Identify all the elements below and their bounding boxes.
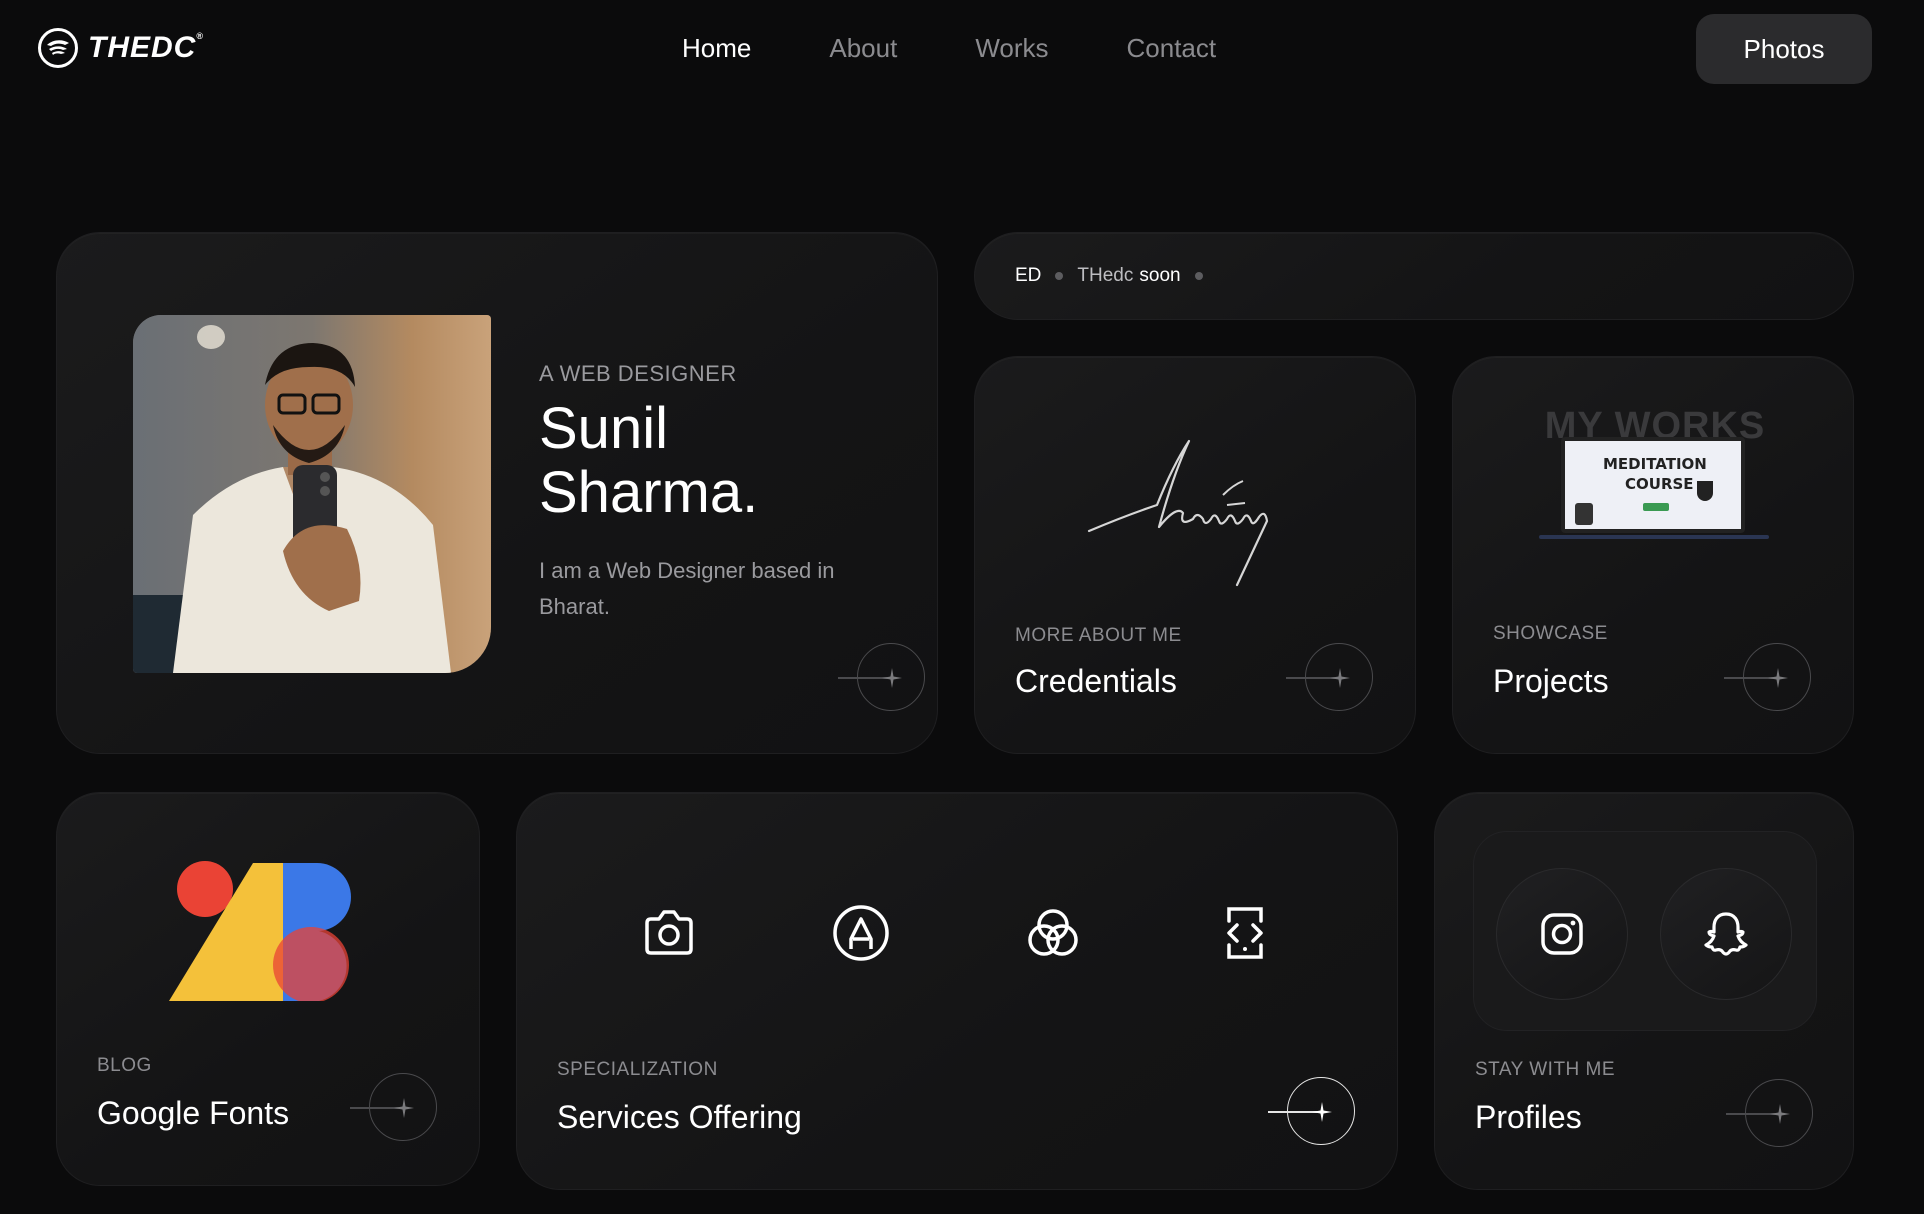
snapchat-icon (1704, 912, 1748, 956)
social-links (1473, 831, 1817, 1031)
instagram-icon (1541, 913, 1583, 955)
photos-button[interactable]: Photos (1696, 14, 1872, 84)
nav-works[interactable]: Works (975, 33, 1048, 64)
credentials-arrow-button[interactable] (1286, 643, 1373, 711)
hero-description: I am a Web Designer based in Bharat. (539, 558, 835, 619)
nav-home[interactable]: Home (682, 33, 751, 64)
separator-dot-icon (1055, 272, 1064, 280)
google-fonts-logo-icon (169, 861, 351, 1001)
marquee-bar: ED THedc soon (974, 232, 1854, 320)
profiles-eyebrow: STAY WITH ME (1475, 1059, 1616, 1080)
sparkle-icon (1768, 668, 1788, 688)
brand-logo[interactable]: THEDC® (38, 28, 204, 68)
camera-icon (645, 910, 693, 955)
nav-contact[interactable]: Contact (1127, 33, 1217, 64)
sparkle-icon (394, 1098, 414, 1118)
services-title: Services Offering (557, 1099, 802, 1135)
marquee-item: soon (1139, 265, 1181, 286)
services-arrow-button[interactable] (1268, 1077, 1355, 1145)
sparkle-icon (882, 668, 902, 688)
main-nav: Home About Works Contact (682, 33, 1216, 64)
fonts-arrow-button[interactable] (350, 1073, 437, 1141)
google-fonts-card[interactable]: BLOG Google Fonts (56, 792, 480, 1186)
hero-eyebrow: A WEB DESIGNER (539, 361, 737, 386)
profiles-title: Profiles (1475, 1099, 1582, 1135)
separator-dot-icon (1194, 272, 1203, 280)
projects-arrow-button[interactable] (1724, 643, 1811, 711)
works-preview-image: MY WORKS MEDITATION COURSE (1535, 405, 1775, 545)
profiles-arrow-button[interactable] (1726, 1079, 1813, 1147)
code-device-icon (1227, 907, 1263, 959)
credentials-eyebrow: MORE ABOUT ME (1015, 625, 1182, 646)
snapchat-link[interactable] (1660, 868, 1792, 1000)
profiles-card[interactable]: STAY WITH ME Profiles (1434, 792, 1854, 1190)
projects-title: Projects (1493, 663, 1609, 699)
fonts-eyebrow: BLOG (97, 1055, 152, 1076)
brand-name: THEDC® (88, 31, 204, 64)
projects-eyebrow: SHOWCASE (1493, 623, 1608, 644)
marquee-item: THedc (1077, 265, 1134, 286)
credentials-card[interactable]: MORE ABOUT ME Credentials (974, 356, 1416, 754)
fonts-title: Google Fonts (97, 1095, 290, 1131)
services-eyebrow: SPECIALIZATION (557, 1059, 718, 1080)
sparkle-icon (1330, 668, 1350, 688)
nav-about[interactable]: About (829, 33, 897, 64)
hero-name: Sunil Sharma. (539, 396, 759, 525)
signature-icon (1087, 439, 1269, 587)
hero-card: A WEB DESIGNER Sunil Sharma. I am a Web … (56, 232, 938, 754)
pen-tool-icon (833, 905, 889, 961)
sparkle-icon (1312, 1102, 1332, 1122)
sparkle-icon (1770, 1104, 1790, 1124)
instagram-link[interactable] (1496, 868, 1628, 1000)
hero-arrow-button[interactable] (838, 643, 925, 711)
services-card[interactable]: SPECIALIZATION Services Offering (516, 792, 1398, 1190)
projects-card[interactable]: MY WORKS MEDITATION COURSE SHOWCASE Proj… (1452, 356, 1854, 754)
marquee-item: ED (1015, 265, 1042, 286)
profile-photo (133, 315, 491, 673)
credentials-title: Credentials (1015, 663, 1177, 699)
logo-mark-icon (38, 28, 78, 68)
color-circles-icon (1028, 909, 1078, 956)
